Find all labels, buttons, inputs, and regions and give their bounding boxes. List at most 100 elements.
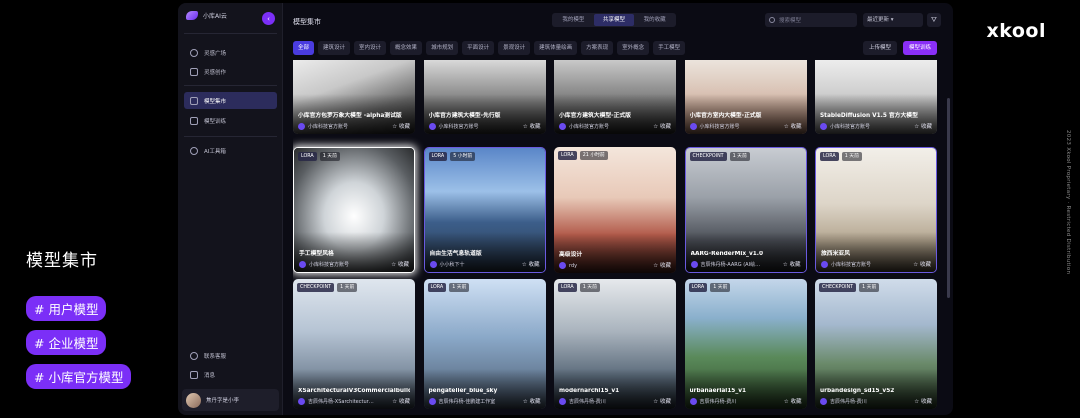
filter-chip[interactable]: 建筑体量绘画 bbox=[534, 41, 578, 55]
sidebar-item-model-training[interactable]: 模型训练 bbox=[184, 112, 277, 129]
favorite-button[interactable]: ☆ 收藏 bbox=[391, 260, 409, 268]
sidebar-divider bbox=[184, 136, 277, 137]
model-author[interactable]: 吉辰伟丹杨-费川 bbox=[689, 398, 737, 405]
update-time-badge: 1 天前 bbox=[337, 283, 358, 292]
sidebar-item-inspiration-create[interactable]: 灵感创作 bbox=[184, 63, 277, 80]
filter-chip[interactable]: 全部 bbox=[293, 41, 315, 55]
author-avatar-icon bbox=[689, 123, 697, 130]
model-card[interactable]: CHECKPOINT 1 天前 XSarchitecturalV3Commercia… bbox=[293, 279, 415, 409]
sidebar-item-model-market[interactable]: 模型集市 bbox=[184, 92, 277, 109]
model-card[interactable]: LORA 1 天前 pengatelier_blue_sky 吉辰伟丹杨-佳鹏建工作室… bbox=[423, 279, 546, 409]
sidebar-item-label: 灵感创作 bbox=[204, 69, 227, 76]
filter-chip[interactable]: 平面设计 bbox=[462, 41, 495, 55]
favorite-label: 收藏 bbox=[920, 124, 932, 130]
tab-my-models[interactable]: 我的模型 bbox=[553, 14, 594, 26]
tab-shared-models[interactable]: 共享模型 bbox=[593, 14, 635, 26]
card-badges: LORA 1 天前 bbox=[558, 283, 600, 292]
author-name: 小库科技官方账号 bbox=[830, 124, 871, 130]
model-author[interactable]: 小库科技官方账号 bbox=[689, 123, 740, 130]
author-name: 小库科技官方账号 bbox=[831, 262, 872, 268]
upload-model-button[interactable]: 上传模型 bbox=[863, 41, 898, 55]
model-card[interactable]: StableDiffusion V1.5 官方大模型 小库科技官方账号 ☆ 收藏 bbox=[815, 60, 937, 134]
model-card[interactable]: 小库官方建筑大模型-正式版 小库科技官方账号 ☆ 收藏 bbox=[554, 60, 676, 134]
filter-chip[interactable]: 景观设计 bbox=[498, 41, 531, 55]
favorite-button[interactable]: ☆ 收藏 bbox=[784, 122, 802, 130]
card-badges: LORA 5 小时前 bbox=[428, 152, 476, 161]
favorite-button[interactable]: ☆ 收藏 bbox=[914, 397, 932, 405]
chevron-down-icon: ▾ bbox=[889, 17, 894, 23]
favorite-button[interactable]: ☆ 收藏 bbox=[523, 397, 541, 405]
model-author[interactable]: 小库科技官方账号 bbox=[298, 123, 348, 130]
sidebar-item-support[interactable]: 联系客服 bbox=[184, 347, 277, 364]
model-card[interactable]: LORA 1 天前 旅西米亚风 小库科技官方账号 ☆ 收藏 bbox=[815, 147, 937, 273]
model-grid: 小库官方包罗万象大模型 -alpha测试版 小库科技官方账号 ☆ 收藏 小库官方建筑大… bbox=[293, 60, 943, 415]
tag-user-models: # 用户模型 bbox=[26, 296, 107, 321]
author-avatar-icon bbox=[559, 398, 566, 405]
model-author[interactable]: 小小秋下十 bbox=[429, 261, 465, 268]
favorite-button[interactable]: ☆ 收藏 bbox=[392, 122, 410, 130]
favorite-button[interactable]: ☆ 收藏 bbox=[653, 122, 671, 130]
model-author[interactable]: 吉辰伟丹杨-费川 bbox=[559, 398, 606, 405]
app-logo[interactable]: 小库AI云 bbox=[186, 11, 227, 20]
favorite-button[interactable]: ☆ 收藏 bbox=[783, 260, 801, 268]
filter-icon[interactable]: ⛛ bbox=[927, 13, 941, 27]
filter-chip[interactable]: 手工模型 bbox=[653, 41, 686, 55]
model-type-badge: LORA bbox=[558, 151, 577, 160]
sidebar-item-inspiration-square[interactable]: 灵感广场 bbox=[184, 44, 277, 61]
scrollbar[interactable] bbox=[947, 98, 950, 298]
sort-select[interactable]: 最近更新 ▾ bbox=[863, 13, 923, 27]
favorite-label: 收藏 bbox=[398, 399, 410, 405]
action-buttons: 上传模型 模型训练 bbox=[863, 41, 938, 55]
favorite-button[interactable]: ☆ 收藏 bbox=[392, 397, 410, 405]
filter-chip[interactable]: 室外概念 bbox=[617, 41, 650, 55]
favorite-button[interactable]: ☆ 收藏 bbox=[522, 260, 540, 268]
filter-chip[interactable]: 城市规划 bbox=[426, 41, 459, 55]
star-icon: ☆ bbox=[914, 399, 921, 405]
model-author[interactable]: 小库科技官方账号 bbox=[821, 261, 871, 268]
sidebar-item-ai-toolbox[interactable]: AI工具箱 bbox=[184, 142, 277, 159]
favorite-button[interactable]: ☆ 收藏 bbox=[653, 397, 671, 405]
model-card[interactable]: LORA 5 小时前 自由生活气息轨道版 小小秋下十 ☆ 收藏 bbox=[423, 147, 546, 273]
model-card[interactable]: CHECKPOINT 1 天前 urbandesign_sd15_v52 吉辰伟丹杨-… bbox=[815, 279, 937, 409]
sidebar-item-messages[interactable]: 消息 bbox=[184, 366, 277, 383]
favorite-button[interactable]: ☆ 收藏 bbox=[653, 261, 671, 269]
model-author[interactable]: 小库科技官方账号 bbox=[428, 123, 479, 130]
favorite-button[interactable]: ☆ 收藏 bbox=[913, 260, 931, 268]
card-badges: LORA 1 天前 bbox=[427, 283, 470, 292]
model-card[interactable]: 小库官方建筑大模型-先行版 小库科技官方账号 ☆ 收藏 bbox=[423, 60, 546, 134]
model-card[interactable]: LORA 1 天前 modernarchi15_v1 吉辰伟丹杨-费川 ☆ 收藏 bbox=[554, 279, 676, 409]
train-model-button[interactable]: 模型训练 bbox=[903, 41, 938, 55]
user-name: 焦丹字是小李 bbox=[206, 398, 240, 404]
model-author[interactable]: 小库科技官方账号 bbox=[559, 123, 609, 130]
favorite-button[interactable]: ☆ 收藏 bbox=[523, 122, 541, 130]
model-author[interactable]: 吉辰伟丹杨-AARG (AI绘… bbox=[690, 261, 760, 268]
chevron-left-icon[interactable]: ‹ bbox=[262, 12, 275, 25]
model-card[interactable]: LORA 21 小时前 高级设计 rdy ☆ 收藏 bbox=[554, 147, 676, 273]
model-card[interactable]: LORA 1 天前 urbanaerial15_v1 吉辰伟丹杨-费川 ☆ 收藏 bbox=[684, 279, 807, 409]
author-name: 吉辰伟丹杨-佳鹏建工作室 bbox=[438, 399, 496, 405]
model-card[interactable]: LORA 1 天前 手工模型风格 小库科技官方账号 ☆ 收藏 bbox=[293, 147, 415, 273]
model-card[interactable]: 小库官方室内大模型-正式版 小库科技官方账号 ☆ 收藏 bbox=[684, 60, 807, 134]
favorite-button[interactable]: ☆ 收藏 bbox=[784, 397, 802, 405]
model-card[interactable]: 小库官方包罗万象大模型 -alpha测试版 小库科技官方账号 ☆ 收藏 bbox=[293, 60, 415, 134]
model-author[interactable]: 小库科技官方账号 bbox=[299, 261, 349, 268]
filter-chip[interactable]: 室内设计 bbox=[354, 41, 387, 55]
favorite-button[interactable]: ☆ 收藏 bbox=[914, 122, 932, 130]
author-name: 吉辰伟丹杨-费川 bbox=[699, 399, 737, 405]
model-author[interactable]: 吉辰伟丹杨-费川 bbox=[820, 398, 867, 405]
model-card[interactable]: CHECKPOINT 1 天前 AARG-RenderMix_v1.0 吉辰伟丹杨-A… bbox=[684, 147, 807, 273]
model-author[interactable]: 小库科技官方账号 bbox=[820, 123, 870, 130]
tag-list: # 用户模型 # 企业模型 # 小库官方模型 bbox=[26, 296, 132, 389]
filter-chip[interactable]: 概念效果 bbox=[390, 41, 423, 55]
user-profile[interactable]: 焦丹字是小李 bbox=[182, 389, 279, 411]
search-input[interactable]: 搜索模型 bbox=[765, 13, 857, 27]
model-author[interactable]: 吉辰伟丹杨-佳鹏建工作室 bbox=[428, 398, 496, 405]
model-author[interactable]: rdy bbox=[559, 262, 577, 269]
star-icon: ☆ bbox=[391, 262, 398, 268]
model-type-badge: LORA bbox=[820, 152, 839, 161]
model-type-badge: LORA bbox=[688, 283, 708, 292]
model-author[interactable]: 吉辰伟丹杨-XSarchitectur… bbox=[298, 398, 374, 405]
filter-chip[interactable]: 建筑设计 bbox=[318, 41, 351, 55]
filter-chip[interactable]: 方案表现 bbox=[581, 41, 614, 55]
tab-my-favorites[interactable]: 我的收藏 bbox=[634, 14, 675, 26]
